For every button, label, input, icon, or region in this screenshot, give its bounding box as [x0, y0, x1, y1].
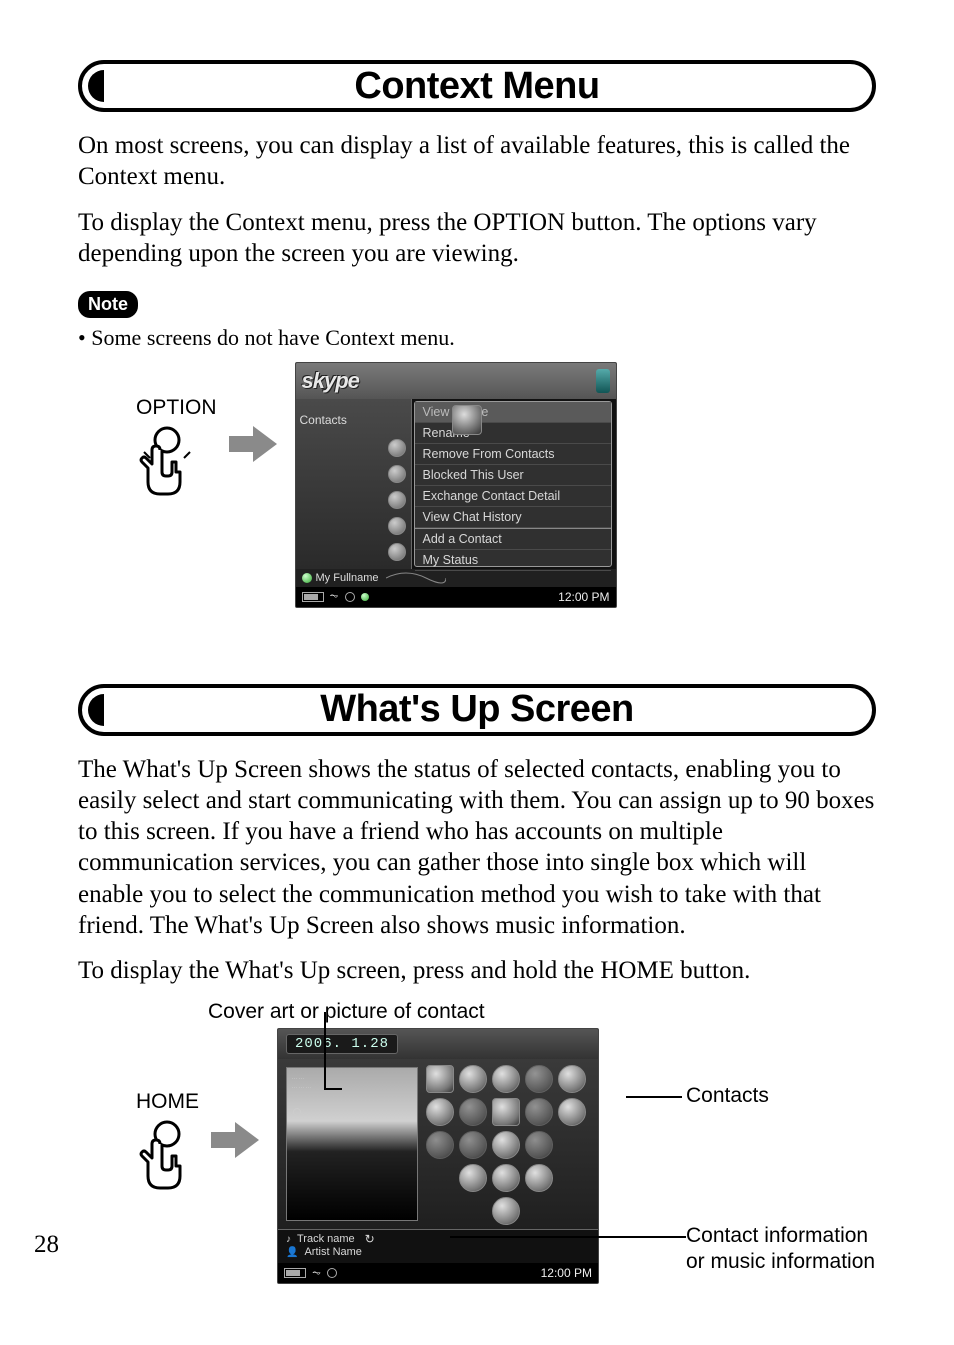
contacts-grid — [418, 1059, 598, 1229]
battery-icon — [284, 1268, 306, 1278]
wup-date-label: 2006. 1.28 — [286, 1034, 398, 1054]
cover-marker-icon — [293, 1108, 301, 1116]
ctx-figure: OPTION skype Contacts — [136, 362, 876, 608]
leader-line — [626, 1096, 682, 1098]
heading-context-menu: Context Menu — [78, 60, 876, 112]
contact-icon[interactable] — [459, 1164, 487, 1192]
menu-item-view-chat-history[interactable]: View Chat History — [415, 507, 611, 528]
arrow-right-icon — [211, 1120, 259, 1160]
ctx-fullname-row: My Fullname — [296, 569, 616, 587]
clock-label: 12:00 PM — [541, 1266, 592, 1280]
leader-line — [324, 1012, 326, 1088]
wifi-icon: ⏦ — [330, 590, 339, 603]
heading-whats-up-title: What's Up Screen — [320, 688, 634, 731]
menu-item-remove-contact[interactable]: Remove From Contacts — [415, 444, 611, 465]
heading-whats-up: What's Up Screen — [78, 684, 876, 736]
contact-icon[interactable] — [459, 1098, 487, 1126]
contact-icon[interactable] — [492, 1065, 520, 1093]
ctx-status-bar: ⏦ 12:00 PM — [296, 587, 616, 607]
status-dot-icon — [302, 573, 312, 583]
wup-status-bar: ⏦ 12:00 PM — [278, 1263, 598, 1283]
contact-icon[interactable] — [459, 1131, 487, 1159]
wup-track-info: ♪ Track name ↻ 👤 Artist Name — [278, 1229, 598, 1263]
contacts-label: Contacts — [300, 413, 407, 427]
ctx-paragraph-1: On most screens, you can display a list … — [78, 130, 876, 193]
ctx-note-bullet: • Some screens do not have Context menu. — [78, 324, 876, 352]
home-button-label: HOME — [136, 1090, 199, 1114]
skype-logo: skype — [302, 368, 359, 394]
option-button-label: OPTION — [136, 396, 217, 420]
callout-contacts: Contacts — [686, 1084, 769, 1108]
heading-context-menu-title: Context Menu — [354, 65, 599, 108]
note-badge: Note — [78, 291, 138, 318]
arrow-right-icon — [229, 424, 277, 464]
presence-icon — [388, 491, 406, 509]
contact-icon[interactable] — [525, 1065, 553, 1093]
menu-item-blocked-user[interactable]: Blocked This User — [415, 465, 611, 486]
wup-paragraph-2: To display the What's Up screen, press a… — [78, 955, 876, 986]
menu-item-rename[interactable]: Rename — [415, 423, 611, 444]
menu-item-my-status[interactable]: My Status — [415, 550, 611, 571]
flag-icon — [596, 369, 610, 393]
music-note-icon: ♪ — [286, 1234, 291, 1245]
cover-art: …………… — [286, 1067, 418, 1221]
leader-line — [450, 1236, 686, 1238]
wifi-icon: ⏦ — [312, 1267, 321, 1280]
contact-icon[interactable] — [558, 1065, 586, 1093]
contact-icon[interactable] — [525, 1131, 553, 1159]
menu-item-exchange-detail[interactable]: Exchange Contact Detail — [415, 486, 611, 507]
globe-icon — [327, 1268, 337, 1278]
presence-icon — [388, 517, 406, 535]
ctx-paragraph-2: To display the Context menu, press the O… — [78, 207, 876, 270]
artist-icon: 👤 — [286, 1247, 298, 1258]
globe-icon — [345, 592, 355, 602]
hand-press-icon — [136, 1120, 198, 1210]
presence-icon — [388, 439, 406, 457]
callout-info-line2: or music information — [686, 1250, 875, 1274]
contact-icon[interactable] — [525, 1098, 553, 1126]
menu-item-view-profile[interactable]: View Profile — [415, 402, 611, 423]
contact-icon[interactable] — [492, 1098, 520, 1126]
clock-label: 12:00 PM — [558, 590, 609, 604]
avatar-icon — [452, 405, 482, 435]
presence-icon — [388, 465, 406, 483]
leader-line — [324, 1088, 342, 1090]
track-name-label: Track name — [297, 1233, 355, 1245]
hand-press-icon — [136, 426, 198, 516]
page-number: 28 — [34, 1231, 59, 1259]
repeat-icon: ↻ — [365, 1232, 375, 1246]
menu-item-add-contact[interactable]: Add a Contact — [415, 528, 611, 550]
context-menu-popup: View Profile Rename Remove From Contacts… — [414, 401, 612, 567]
status-dot-icon — [361, 593, 369, 601]
ctx-left-panel: Contacts — [296, 399, 412, 569]
contact-icon[interactable] — [492, 1131, 520, 1159]
contact-icon[interactable] — [426, 1065, 454, 1093]
callout-info-line1: Contact information — [686, 1224, 868, 1248]
contact-icon[interactable] — [459, 1065, 487, 1093]
leader-curve-icon — [386, 572, 446, 584]
contact-icon[interactable] — [426, 1098, 454, 1126]
artist-name-label: Artist Name — [304, 1246, 361, 1258]
contact-icon[interactable] — [426, 1131, 454, 1159]
my-fullname-label: My Fullname — [316, 572, 379, 584]
caption-cover-art: Cover art or picture of contact — [208, 1000, 876, 1024]
contact-icon[interactable] — [492, 1197, 520, 1225]
battery-icon — [302, 592, 324, 602]
presence-icon — [388, 543, 406, 561]
contact-icon[interactable] — [525, 1164, 553, 1192]
wup-paragraph-1: The What's Up Screen shows the status of… — [78, 754, 876, 942]
contact-icon[interactable] — [558, 1098, 586, 1126]
ctx-device-screen: skype Contacts View Profile Rename Remov… — [295, 362, 617, 608]
contact-icon[interactable] — [492, 1164, 520, 1192]
